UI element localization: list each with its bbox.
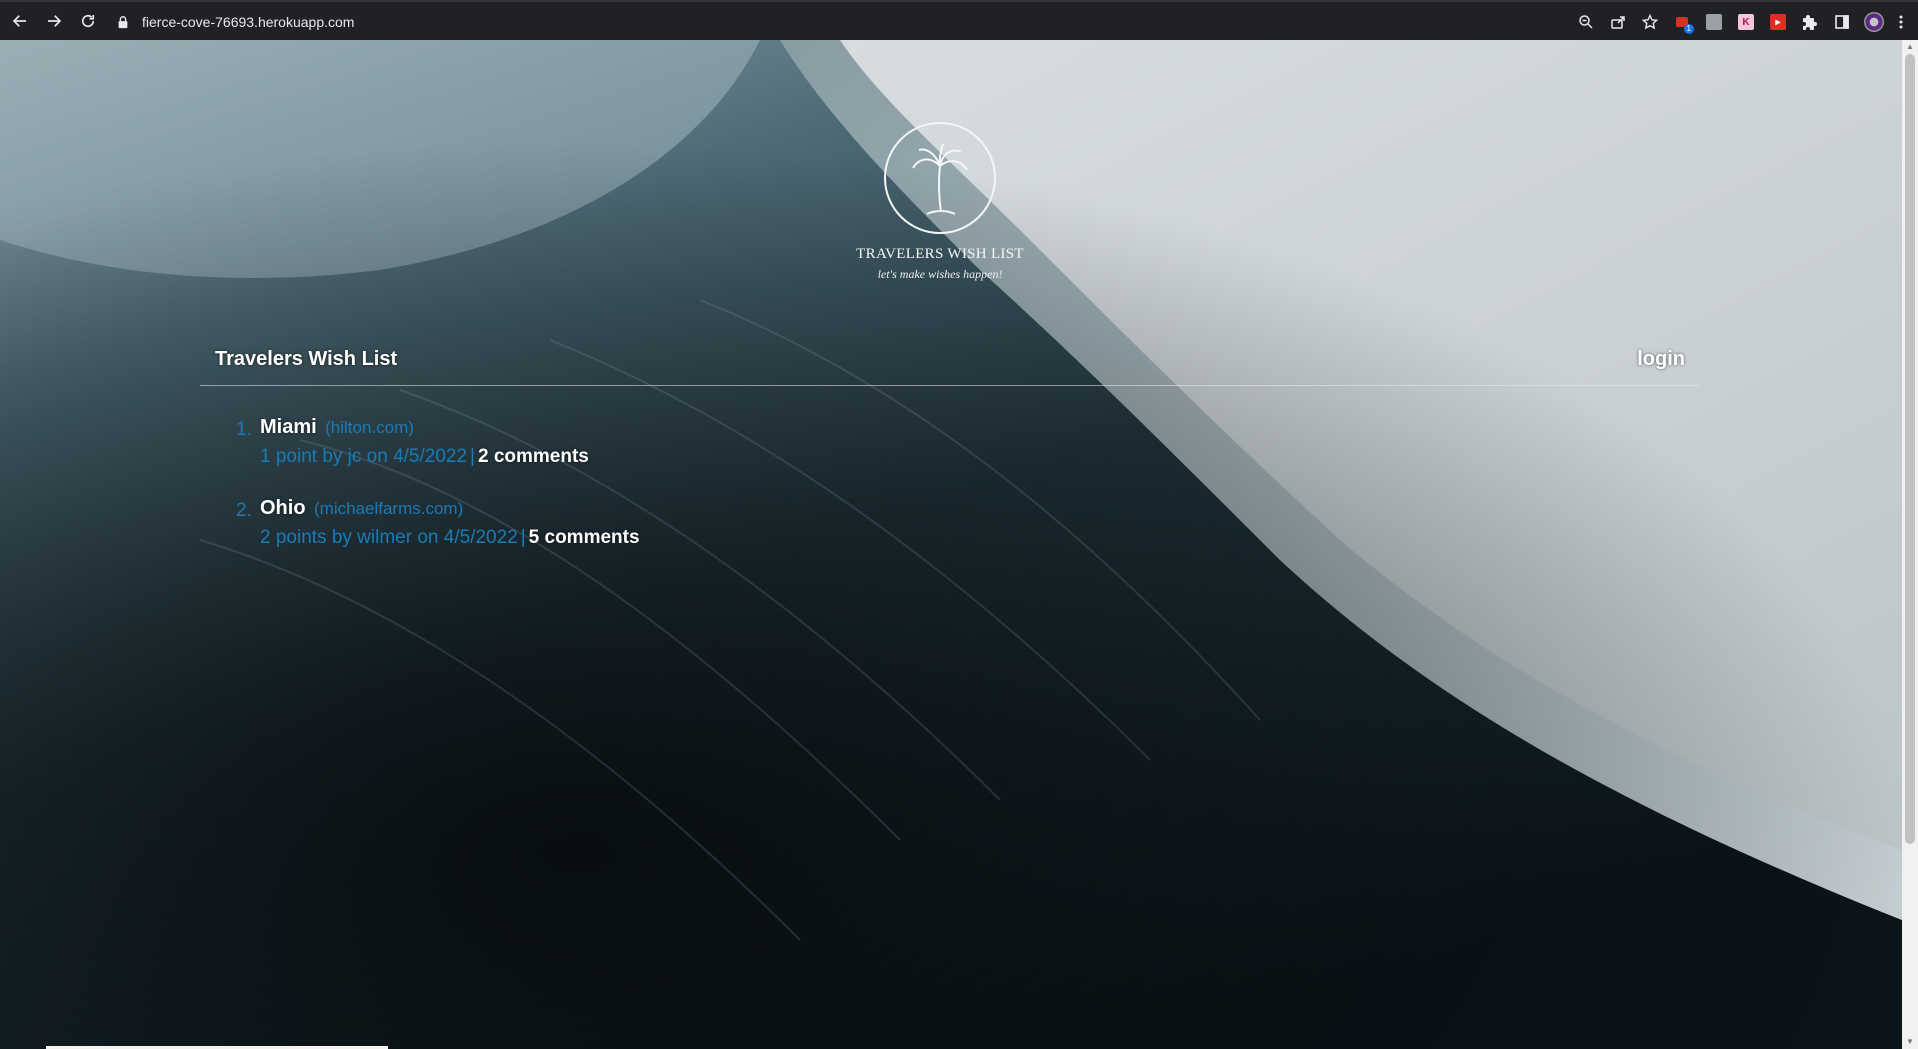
post-domain-link[interactable]: (michaelfarms.com): [314, 499, 463, 518]
page-viewport: TRAVELERS WISH LIST let's make wishes ha…: [0, 40, 1902, 1049]
post-meta-text: 1 point by jc on 4/5/2022: [260, 446, 468, 467]
puzzle-extensions-icon[interactable]: [1794, 10, 1826, 34]
forward-icon[interactable]: [42, 9, 66, 33]
profile-avatar[interactable]: [1858, 10, 1890, 34]
meta-separator: |: [470, 446, 475, 467]
vertical-scrollbar[interactable]: ▲ ▼: [1902, 40, 1918, 1049]
extension-gray-icon[interactable]: [1698, 10, 1730, 34]
toolbar-icons: 1 K ▸: [1570, 10, 1912, 34]
post-number: 1.: [236, 419, 252, 440]
url-text[interactable]: fierce-cove-76693.herokuapp.com: [142, 14, 354, 30]
palm-tree-icon: [884, 122, 996, 234]
extension-badge-count: 1: [1683, 24, 1694, 34]
more-menu-icon[interactable]: [1890, 10, 1912, 34]
post-title-link[interactable]: Ohio: [260, 497, 306, 519]
extension-red-icon[interactable]: ▸: [1762, 10, 1794, 34]
brand-link[interactable]: Travelers Wish List: [215, 348, 397, 371]
post-number: 2.: [236, 500, 252, 521]
zoom-icon[interactable]: [1570, 10, 1602, 34]
address-bar[interactable]: fierce-cove-76693.herokuapp.com: [106, 8, 1546, 36]
logo-title: TRAVELERS WISH LIST: [856, 246, 1024, 262]
side-panel-icon[interactable]: [1826, 10, 1858, 34]
scroll-up-icon[interactable]: ▲: [1906, 43, 1914, 51]
post-meta: 2 points by wilmer on 4/5/2022 | 5 comment…: [260, 527, 640, 549]
post-domain-link[interactable]: (hilton.com): [325, 418, 414, 437]
comments-link[interactable]: 2 comments: [478, 446, 589, 467]
site-navbar: Travelers Wish List login: [200, 340, 1700, 386]
comments-link[interactable]: 5 comments: [529, 527, 640, 548]
reload-icon[interactable]: [76, 9, 100, 33]
post-meta: 1 point by jc on 4/5/2022 | 2 comments: [260, 446, 640, 468]
post-meta-text: 2 points by wilmer on 4/5/2022: [260, 527, 518, 548]
scroll-down-icon[interactable]: ▼: [1906, 1038, 1914, 1046]
logo-tagline: let's make wishes happen!: [877, 267, 1003, 281]
login-link[interactable]: login: [1637, 348, 1685, 371]
extension-k-icon[interactable]: K: [1730, 10, 1762, 34]
list-item: 1. Miami (hilton.com) 1 point by jc on 4…: [236, 416, 640, 468]
scrollbar-thumb[interactable]: [1905, 54, 1915, 844]
post-list: 1. Miami (hilton.com) 1 point by jc on 4…: [236, 416, 640, 578]
site-logo: TRAVELERS WISH LIST let's make wishes ha…: [850, 80, 1030, 282]
bookmark-star-icon[interactable]: [1634, 10, 1666, 34]
browser-toolbar: fierce-cove-76693.herokuapp.com 1 K ▸: [0, 0, 1918, 40]
extension-badge-icon[interactable]: 1: [1666, 10, 1698, 34]
share-icon[interactable]: [1602, 10, 1634, 34]
list-item: 2. Ohio (michaelfarms.com) 2 points by w…: [236, 497, 640, 549]
post-title-link[interactable]: Miami: [260, 416, 317, 438]
lock-icon: [118, 16, 128, 29]
back-icon[interactable]: [8, 9, 32, 33]
meta-separator: |: [520, 527, 526, 548]
